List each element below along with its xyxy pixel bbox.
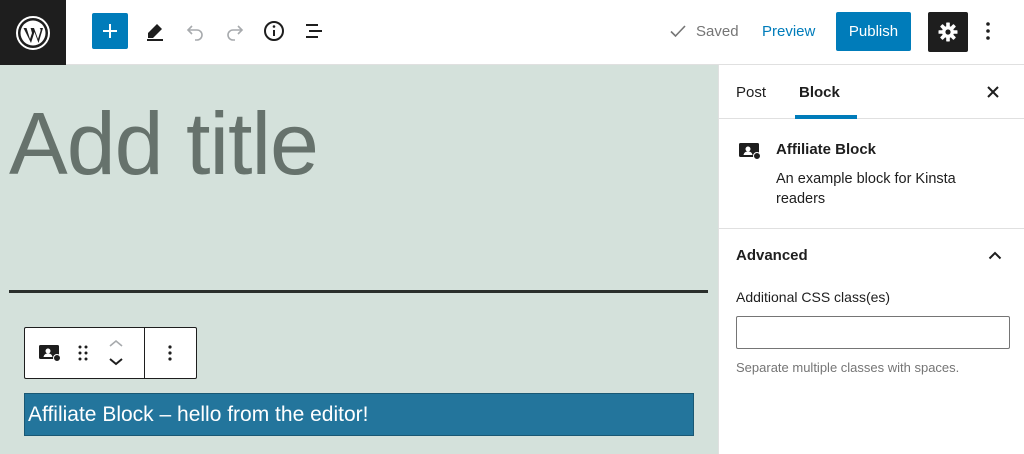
plus-icon [103, 24, 117, 38]
pencil-icon [147, 24, 163, 41]
move-up-button[interactable] [105, 334, 127, 352]
css-class-help: Separate multiple classes with spaces. [736, 360, 960, 375]
block-options-button[interactable] [158, 341, 182, 365]
block-toolbar [24, 327, 197, 379]
drag-handle-icon [78, 345, 88, 361]
undo-button[interactable] [177, 13, 213, 49]
css-class-label: Additional CSS class(es) [736, 289, 891, 305]
block-type-button[interactable] [37, 341, 63, 365]
settings-button[interactable] [928, 12, 968, 52]
checkmark-icon [670, 25, 686, 38]
editor-canvas: Add title Affiliate Block – hello from t… [0, 65, 718, 454]
details-button[interactable] [256, 13, 292, 49]
chevron-down-icon [109, 358, 123, 366]
undo-icon [186, 25, 203, 41]
redo-icon [227, 25, 244, 41]
drag-handle[interactable] [75, 341, 91, 365]
affiliate-block-icon [738, 141, 762, 166]
chevron-up-icon [109, 339, 123, 347]
saved-status: Saved [668, 13, 739, 49]
redo-button[interactable] [217, 13, 253, 49]
css-class-input[interactable] [736, 316, 1010, 349]
preview-button[interactable]: Preview [762, 13, 815, 49]
close-sidebar-button[interactable] [981, 80, 1005, 104]
separator-line [9, 290, 708, 293]
vertical-ellipsis-icon [168, 345, 172, 361]
move-down-button[interactable] [105, 353, 127, 371]
add-block-button[interactable] [92, 13, 128, 49]
affiliate-block-icon [39, 345, 61, 362]
block-card: Affiliate Block An example block for Kin… [719, 119, 1024, 229]
advanced-panel-toggle[interactable]: Advanced [736, 247, 808, 264]
post-title-input[interactable]: Add title [9, 91, 319, 197]
settings-sidebar: Post Block Affiliate Block An example bl… [718, 65, 1024, 454]
toolbar-divider [144, 328, 145, 378]
more-options-button[interactable] [976, 13, 1000, 49]
advanced-collapse-button[interactable] [985, 245, 1005, 265]
list-view-button[interactable] [296, 13, 332, 49]
tools-button[interactable] [137, 13, 173, 49]
block-card-title: Affiliate Block [776, 141, 877, 158]
sidebar-tabs: Post Block [719, 65, 1024, 119]
list-view-icon [306, 24, 322, 38]
close-icon [987, 86, 999, 98]
affiliate-block[interactable]: Affiliate Block – hello from the editor! [24, 393, 694, 436]
tab-post[interactable]: Post [736, 65, 766, 119]
chevron-up-icon [988, 251, 1002, 259]
block-card-description: An example block for Kinsta readers [776, 171, 956, 207]
editor-header: Saved Preview Publish [0, 0, 1024, 65]
block-editor: Saved Preview Publish Add title Affiliat… [0, 0, 1024, 454]
vertical-ellipsis-icon [986, 22, 990, 40]
gear-icon [938, 22, 958, 42]
info-icon [264, 21, 284, 41]
wordpress-logo-icon[interactable] [0, 0, 66, 65]
publish-button[interactable]: Publish [836, 12, 911, 51]
saved-label: Saved [696, 22, 739, 40]
tab-block[interactable]: Block [799, 65, 840, 119]
